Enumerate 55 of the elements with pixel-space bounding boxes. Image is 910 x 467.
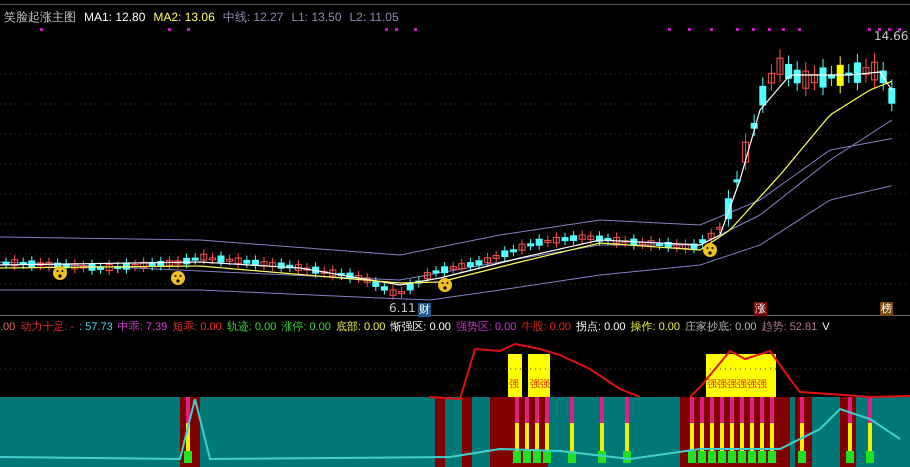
candlestick [432,266,440,278]
indicator-value: .00 [0,320,16,335]
indicator-value: 轨迹: 0.00 [226,320,276,335]
candlestick [46,257,52,272]
candlestick [218,250,224,267]
marker-label: 榜 [880,302,893,316]
candlestick [476,255,482,270]
candlestick [2,256,10,270]
indicator-value: MA1: 12.80 [84,8,146,26]
candlestick [648,235,654,252]
candlestick [604,233,612,246]
indicator-value: 惭强区: 0.00 [390,320,451,335]
indicator-value: 强势区: 0.00 [456,320,516,335]
indicator-value: 底部: 0.00 [336,320,386,335]
price-label: 14.66 [873,29,910,43]
indicator-value: L2: 11.05 [350,8,399,26]
candlestick [734,170,740,190]
candlestick [690,238,698,254]
marker-label: 涨 [754,302,767,316]
zone-label: 强强 [530,379,550,391]
smiley-face-icon [171,271,185,285]
candlestick [260,256,268,271]
candlestick [132,259,138,272]
price-label: 6.11 [388,301,417,315]
candlestick [304,262,310,276]
indicator-value: 趋势: 52.81 [762,320,818,335]
candlestick [518,238,526,256]
candlestick [346,268,354,284]
candlestick [88,259,96,276]
candlestick [562,232,568,246]
indicator-value: V [822,320,830,335]
indicator-value: 中线: 12.27 [222,8,284,26]
indicator-value: MA2: 13.06 [153,8,215,26]
indicator-value: 中乖: 7.39 [118,320,168,335]
indicator-value: 庄家抄底: 0.00 [685,320,757,335]
indicator-value: 拐点: 0.00 [576,320,626,335]
indicator-value: L1: 13.50 [291,8,342,26]
indicator-value: 牛股: 0.00 [521,320,571,335]
marker-label: 财 [418,303,431,317]
candlestick [820,58,826,96]
indicator-value: 动力十足: - [20,320,74,335]
smiley-face-icon [438,278,452,292]
zone-label: 强强强强强强 [707,379,767,391]
candlestick [776,48,784,83]
chart-title: 笑脸起涨主图 [4,8,76,26]
zone-label: 强 [509,379,519,391]
indicator-value: : 57.73 [79,320,113,335]
indicator-value: 涨停: 0.00 [281,320,331,335]
smiley-face-icon [53,266,67,280]
indicator-value: 短乖: 0.00 [172,320,222,335]
candlestick [390,284,396,300]
smiley-face-icon [703,243,717,257]
candlestick [862,58,870,84]
indicator-value: 操作: 0.00 [630,320,680,335]
candlestick [174,256,182,269]
